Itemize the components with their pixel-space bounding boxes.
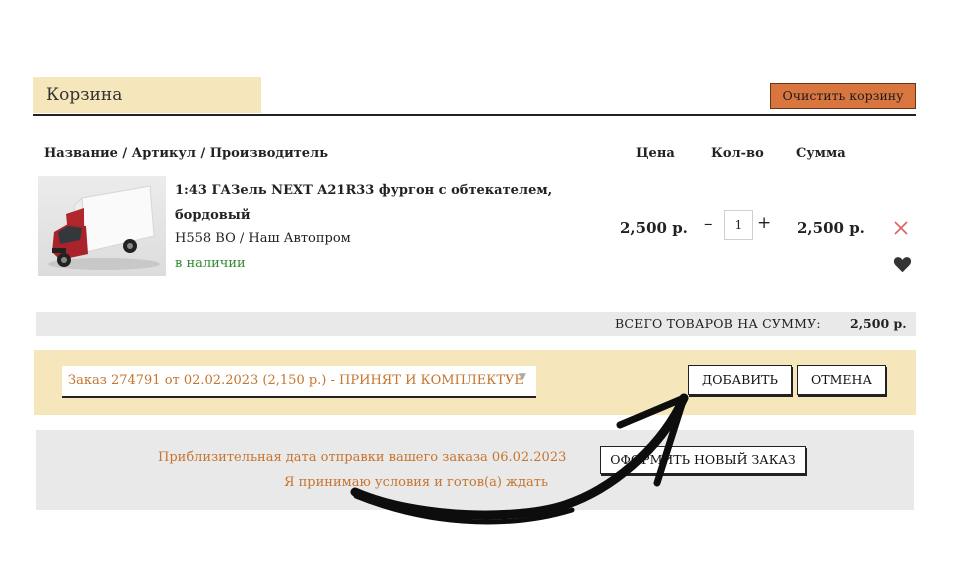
truck-image (48, 185, 160, 270)
cart-title: Корзина (33, 77, 261, 113)
product-title-line2[interactable]: бордовый (175, 203, 575, 228)
col-qty-header: Кол-во (711, 146, 764, 161)
col-sum-header: Сумма (796, 146, 846, 161)
total-value: 2,500 р. (850, 316, 907, 331)
qty-increase-button[interactable]: + (757, 213, 771, 233)
shipping-date-text: Приблизительная дата отправки вашего зак… (158, 450, 567, 465)
stock-status: в наличии (175, 256, 246, 271)
chevron-down-icon[interactable]: ▼ (519, 372, 526, 382)
clear-cart-button[interactable]: Очистить корзину (770, 83, 916, 109)
order-select-value[interactable]: Заказ 274791 от 02.02.2023 (2,150 р.) - … (68, 373, 524, 388)
header-divider (33, 114, 916, 116)
product-title[interactable]: 1:43 ГАЗель NEXT A21R33 фургон с обтекат… (175, 178, 575, 228)
new-order-button[interactable]: ОФОРМИТЬ НОВЫЙ ЗАКАЗ (600, 446, 806, 474)
qty-input[interactable] (724, 210, 753, 240)
product-image[interactable] (38, 176, 166, 276)
product-title-line1[interactable]: 1:43 ГАЗель NEXT A21R33 фургон с обтекат… (175, 178, 575, 203)
item-sum: 2,500 р. (797, 219, 865, 237)
item-price: 2,500 р. (620, 219, 688, 237)
cancel-button[interactable]: ОТМЕНА (797, 365, 886, 395)
close-icon[interactable] (893, 220, 909, 240)
product-sku: H558 BO / Наш Автопром (175, 231, 351, 246)
col-price-header: Цена (636, 146, 675, 161)
add-to-order-button[interactable]: ДОБАВИТЬ (688, 365, 792, 395)
qty-decrease-button[interactable]: – (704, 214, 713, 234)
col-name-header: Название / Артикул / Производитель (44, 146, 329, 161)
accept-terms-link[interactable]: Я принимаю условия и готов(а) ждать (284, 475, 548, 490)
heart-icon[interactable] (893, 256, 912, 277)
total-label: ВСЕГО ТОВАРОВ НА СУММУ: (615, 316, 821, 331)
